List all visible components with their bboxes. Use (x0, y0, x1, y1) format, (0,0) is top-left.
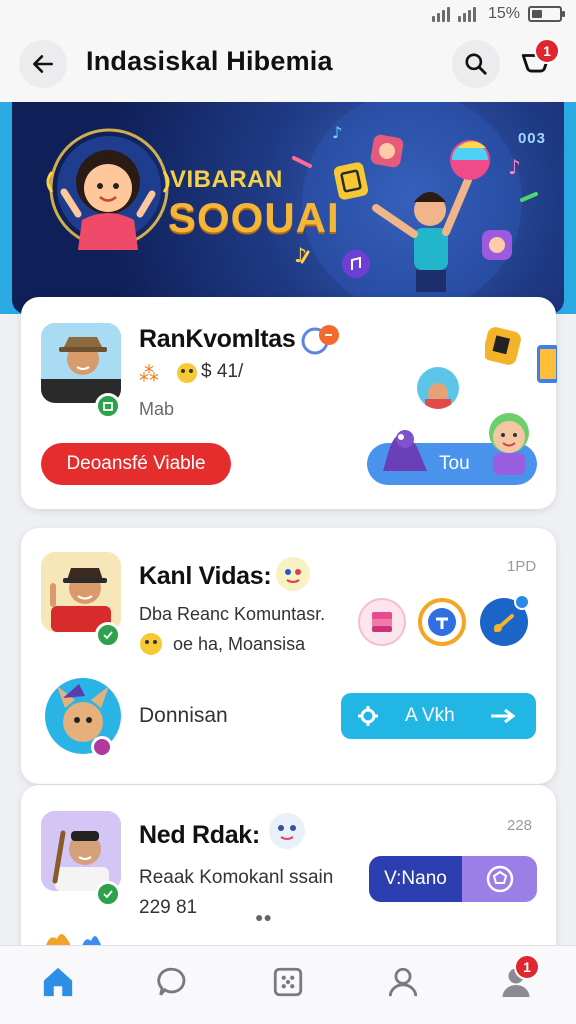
primary-button-label: V:Nano (369, 856, 462, 902)
user-icon (388, 967, 418, 997)
nav-chat[interactable] (152, 962, 192, 1002)
chat-icon (157, 967, 186, 996)
avatar[interactable] (41, 323, 121, 403)
wifi-icon (458, 6, 476, 22)
search-button[interactable] (452, 40, 500, 88)
donate-button[interactable]: Deoansfé Viable (41, 443, 231, 485)
status-bar: 15% (0, 0, 576, 30)
person-photo (41, 552, 121, 632)
battery-icon (528, 6, 565, 22)
card-title: Ned Rdak: (139, 821, 260, 849)
link-app-icon[interactable] (418, 598, 466, 646)
back-button[interactable] (19, 40, 67, 88)
group-badge (91, 736, 113, 758)
emoji-icon (275, 556, 311, 597)
card-description: Reaak Komokanl ssain (139, 867, 334, 888)
card-description-2: oe ha, Moansisa (173, 634, 306, 654)
mascot-icon (377, 417, 437, 486)
app-badge (514, 594, 530, 610)
card-description-2: 229 81 (139, 897, 198, 918)
promo-banner[interactable]: ♪ ♪ ♪ VIBARAN SOOUAI 003 (12, 102, 564, 314)
more-dots-icon[interactable]: ●● (255, 909, 272, 925)
ghost-emoji-icon (267, 811, 307, 856)
member-avatar[interactable] (417, 367, 459, 409)
card-meta: $ 41/ (201, 361, 244, 382)
community-card[interactable]: Kanl Vidas: 1PD Dba Reanc Komuntasr. oe … (21, 528, 556, 784)
nav-account[interactable]: 1 (496, 954, 540, 1002)
card-title: RanKvomltas (139, 325, 296, 353)
banner-container: ♪ ♪ ♪ VIBARAN SOOUAI 003 (0, 102, 576, 314)
music-app-icon (483, 325, 559, 394)
svg-text:♪: ♪ (332, 123, 342, 142)
ball-button[interactable] (462, 856, 537, 902)
app-header: Indasiskal Hibemia 1 (0, 30, 576, 102)
nav-profile[interactable] (383, 962, 423, 1002)
soccer-ball-icon (486, 865, 513, 893)
cart-badge: 1 (534, 38, 560, 64)
action-button-label: A Vkh (405, 705, 455, 726)
post-time: 228 (507, 817, 533, 834)
card-title: Kanl Vidas: (139, 562, 272, 590)
search-icon (465, 53, 487, 75)
avatar[interactable] (41, 811, 121, 891)
person-photo (41, 323, 121, 403)
page-title: Indasiskal Hibemia (86, 46, 333, 76)
gear-icon (358, 706, 378, 726)
svg-text:♪: ♪ (294, 243, 307, 267)
banner-title-line2: SOOUAI (168, 194, 340, 241)
avatar[interactable] (41, 552, 121, 632)
arrow-left-icon (33, 55, 53, 73)
nav-home[interactable] (38, 962, 78, 1002)
arrow-icon (491, 708, 516, 724)
banner-counter: 003 (517, 130, 546, 147)
tour-button-label: Tou (439, 453, 470, 474)
group-name: Donnisan (139, 704, 228, 727)
community-card[interactable]: Ned Rdak: 228 Reaak Komokanl ssain 229 8… (21, 785, 556, 955)
action-button[interactable]: A Vkh (341, 693, 536, 739)
post-time: 1PD (507, 558, 537, 575)
nav-apps[interactable] (268, 962, 308, 1002)
community-card[interactable]: RanKvomltas ⁂ $ 41/ Mab Deoansfé Viable … (21, 297, 559, 509)
verified-icon (95, 881, 121, 907)
home-icon (43, 967, 73, 997)
verified-icon (95, 622, 121, 648)
person-photo (41, 811, 121, 891)
emoji-icon (139, 632, 163, 661)
banner-title-line1: VIBARAN (170, 166, 283, 193)
chat-bubble-icon (301, 323, 341, 360)
stack-app-icon[interactable] (358, 598, 406, 646)
card-description: Dba Reanc Komuntasr. (139, 604, 326, 624)
music-app-icon[interactable] (480, 594, 530, 646)
cart-button[interactable]: 1 (512, 38, 560, 88)
battery-percent: 15% (487, 5, 520, 22)
grid-icon (273, 967, 303, 997)
primary-button[interactable]: V:Nano (369, 856, 537, 902)
svg-text:⁂: ⁂ (139, 362, 159, 385)
card-subtitle: Mab (139, 399, 175, 419)
svg-text:♪: ♪ (508, 155, 521, 179)
account-badge: 1 (514, 954, 540, 980)
verified-icon (95, 393, 121, 419)
signal-icon (432, 6, 450, 22)
character-icon (479, 403, 543, 488)
bottom-navigation: 1 (0, 945, 576, 1024)
